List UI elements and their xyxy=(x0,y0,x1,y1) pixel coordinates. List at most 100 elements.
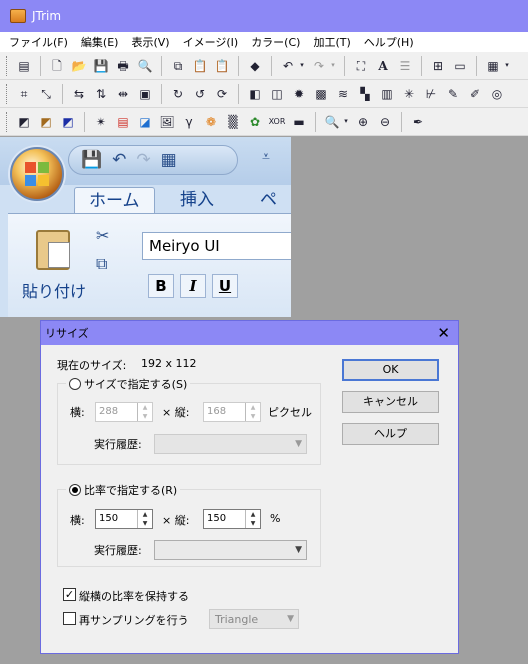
zoom-out-icon[interactable]: ⊖ xyxy=(376,113,394,131)
spin-up-icon[interactable]: ▲ xyxy=(138,510,152,519)
eyedropper-icon[interactable]: ✒ xyxy=(409,113,427,131)
grayscale-icon[interactable]: ◧ xyxy=(246,85,264,103)
menu-file[interactable]: ファイル(F) xyxy=(4,34,73,50)
spin-down-icon[interactable]: ▼ xyxy=(138,412,152,421)
toolbar-grip[interactable] xyxy=(6,55,9,76)
size-width-value[interactable]: 288 xyxy=(96,403,137,421)
undo-icon[interactable]: ↶ xyxy=(279,57,297,75)
emboss-icon[interactable]: ▥ xyxy=(378,85,396,103)
ratio-width-stepper[interactable]: 150 ▲ ▼ xyxy=(95,509,153,529)
quick-access-toolbar: 💾 ↶ ↷ ▦ xyxy=(68,145,238,175)
fit-window-icon[interactable]: ⛶ xyxy=(352,57,370,75)
rotate-free-icon[interactable]: ⟳ xyxy=(213,85,231,103)
spin-down-icon[interactable]: ▼ xyxy=(246,519,260,528)
sepia-icon[interactable]: ◩ xyxy=(37,113,55,131)
fill-icon[interactable]: ◆ xyxy=(246,57,264,75)
pencil-icon[interactable]: ✎ xyxy=(444,85,462,103)
spin-down-icon[interactable]: ▼ xyxy=(138,519,152,528)
tile-view-icon[interactable]: ⊞ xyxy=(429,57,447,75)
redo-icon[interactable]: ↷ xyxy=(310,57,328,75)
ratio-history-select[interactable]: ▼ xyxy=(154,540,307,560)
save-icon[interactable]: 💾 xyxy=(92,57,110,75)
xor-icon[interactable]: XOR xyxy=(268,113,286,131)
list-view-icon[interactable]: ▭ xyxy=(451,57,469,75)
spin-up-icon[interactable]: ▲ xyxy=(138,403,152,412)
flip-vertical-icon[interactable]: ⇅ xyxy=(92,85,110,103)
noise-icon[interactable]: ▒ xyxy=(224,113,242,131)
resize-icon[interactable]: ⤡ xyxy=(37,85,55,103)
keep-ratio-checkbox[interactable]: ✓ xyxy=(63,588,76,601)
open-folder-icon[interactable]: 📂 xyxy=(70,57,88,75)
menu-process[interactable]: 加工(T) xyxy=(308,34,355,50)
menu-view[interactable]: 表示(V) xyxy=(126,34,174,50)
gradient-icon[interactable]: ◪ xyxy=(136,113,154,131)
mosaic-icon[interactable]: ▚ xyxy=(356,85,374,103)
magic-wand-icon[interactable]: ✴ xyxy=(92,113,110,131)
frame-icon[interactable]: ▣ xyxy=(136,85,154,103)
ratio-radio[interactable] xyxy=(69,484,81,496)
new-file-icon[interactable]: 🗋 xyxy=(48,57,66,75)
undo-dropdown-icon[interactable]: ▾ xyxy=(298,57,306,75)
ok-button[interactable]: OK xyxy=(342,359,439,381)
ratio-width-value[interactable]: 150 xyxy=(96,510,137,528)
spin-down-icon[interactable]: ▼ xyxy=(246,412,260,421)
ratio-radio-label[interactable]: 比率で指定する(R) xyxy=(84,482,177,498)
paste-icon[interactable]: 📋 xyxy=(191,57,209,75)
size-width-stepper[interactable]: 288 ▲ ▼ xyxy=(95,402,153,422)
zoom-dropdown-icon[interactable]: ▾ xyxy=(342,113,350,131)
paste-new-icon[interactable]: 📋 xyxy=(213,57,231,75)
size-height-stepper[interactable]: 168 ▲ ▼ xyxy=(203,402,261,422)
palette-icon[interactable]: ▤ xyxy=(114,113,132,131)
cancel-button[interactable]: キャンセル xyxy=(342,391,439,413)
grid-dropdown-icon[interactable]: ▾ xyxy=(503,57,511,75)
mirror-icon[interactable]: ⇹ xyxy=(114,85,132,103)
size-radio[interactable] xyxy=(69,378,81,390)
color-adjust-icon[interactable]: ◩ xyxy=(15,113,33,131)
help-button[interactable]: ヘルプ xyxy=(342,423,439,445)
print-icon[interactable]: 🖶 xyxy=(114,57,132,75)
text-icon[interactable]: A xyxy=(374,57,392,75)
sunburst-icon[interactable]: ✹ xyxy=(290,85,308,103)
resample-method-select[interactable]: Triangle ▼ xyxy=(209,609,299,629)
rotate-90-cw-icon[interactable]: ↻ xyxy=(169,85,187,103)
zoom-icon[interactable]: 🔍 xyxy=(323,113,341,131)
crop-icon[interactable]: ⌗ xyxy=(15,85,33,103)
menu-color[interactable]: カラー(C) xyxy=(246,34,305,50)
eraser-icon[interactable]: ✐ xyxy=(466,85,484,103)
resample-checkbox[interactable] xyxy=(63,612,76,625)
keep-ratio-label[interactable]: 縦横の比率を保持する xyxy=(79,588,189,604)
line-icon[interactable]: ☰ xyxy=(396,57,414,75)
zoom-in-icon[interactable]: ⊕ xyxy=(354,113,372,131)
close-icon[interactable]: ✕ xyxy=(437,324,450,342)
monochrome-icon[interactable]: ▬ xyxy=(290,113,308,131)
ratio-height-stepper[interactable]: 150 ▲ ▼ xyxy=(203,509,261,529)
sharpen-icon[interactable]: ✳ xyxy=(400,85,418,103)
menu-help[interactable]: ヘルプ(H) xyxy=(359,34,419,50)
size-history-select[interactable]: ▼ xyxy=(154,434,307,454)
print-preview-icon[interactable]: 🔍 xyxy=(136,57,154,75)
wave-icon[interactable]: ≋ xyxy=(334,85,352,103)
flip-horizontal-icon[interactable]: ⇆ xyxy=(70,85,88,103)
spiral-icon[interactable]: ◎ xyxy=(488,85,506,103)
ratio-height-value[interactable]: 150 xyxy=(204,510,245,528)
color-wheel-icon[interactable]: ❁ xyxy=(202,113,220,131)
grid-icon[interactable]: ▦ xyxy=(484,57,502,75)
redo-dropdown-icon[interactable]: ▾ xyxy=(329,57,337,75)
pattern-icon[interactable]: ▩ xyxy=(312,85,330,103)
open-recent-icon[interactable]: ▤ xyxy=(15,57,33,75)
edge-icon[interactable]: ⊬ xyxy=(422,85,440,103)
size-height-value[interactable]: 168 xyxy=(204,403,245,421)
invert-icon[interactable]: ◩ xyxy=(59,113,77,131)
menu-image[interactable]: イメージ(I) xyxy=(178,34,244,50)
menu-edit[interactable]: 編集(E) xyxy=(76,34,124,50)
rotate-90-ccw-icon[interactable]: ↺ xyxy=(191,85,209,103)
resample-label[interactable]: 再サンプリングを行う xyxy=(79,612,189,628)
spin-up-icon[interactable]: ▲ xyxy=(246,403,260,412)
spin-up-icon[interactable]: ▲ xyxy=(246,510,260,519)
gamma-icon[interactable]: γ xyxy=(180,113,198,131)
brightness-icon[interactable]: ◫ xyxy=(268,85,286,103)
picture-icon[interactable]: 🖼 xyxy=(158,113,176,131)
copy-icon[interactable]: ⧉ xyxy=(169,57,187,75)
size-radio-label[interactable]: サイズで指定する(S) xyxy=(84,376,187,392)
rgb-icon[interactable]: ✿ xyxy=(246,113,264,131)
